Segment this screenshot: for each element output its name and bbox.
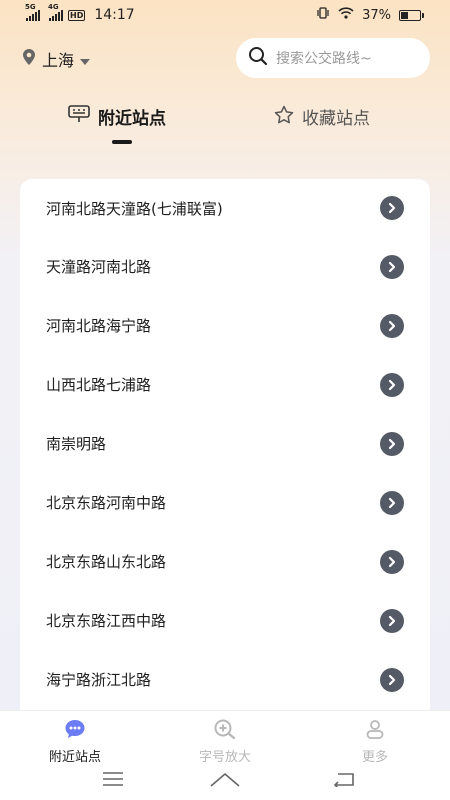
tab-label: 收藏站点: [302, 109, 370, 129]
nav-label: 附近站点: [48, 750, 101, 765]
back-icon[interactable]: [332, 771, 356, 791]
station-name: 天潼路河南北路: [46, 258, 152, 276]
bus-stop-icon: [64, 719, 86, 743]
tab-favorite-stations[interactable]: 收藏站点: [274, 104, 370, 129]
list-item[interactable]: 北京东路江西中路: [20, 591, 430, 650]
nav-label: 字号放大: [198, 750, 251, 765]
bus-stop-sign-icon: [68, 105, 90, 128]
station-name: 北京东路河南中路: [46, 494, 167, 512]
chevron-right-icon[interactable]: [380, 490, 404, 515]
list-item[interactable]: 山西北路七浦路: [20, 355, 430, 414]
station-name: 北京东路江西中路: [46, 612, 167, 630]
tab-nearby-stations[interactable]: 附近站点: [68, 104, 166, 129]
dropdown-caret-icon: [80, 50, 91, 69]
search-placeholder: 搜索公交路线~: [276, 51, 372, 67]
chevron-right-icon[interactable]: [380, 667, 404, 692]
station-name: 河南北路天潼路(七浦联富): [46, 199, 223, 218]
list-item[interactable]: 北京东路山东北路: [20, 532, 430, 591]
clock: 14:17: [94, 7, 135, 23]
station-name: 南崇明路: [46, 435, 107, 453]
search-box[interactable]: 搜索公交路线~: [236, 38, 430, 78]
person-icon: [365, 719, 385, 743]
chevron-right-icon[interactable]: [380, 431, 404, 456]
vibrate-icon: [316, 7, 330, 23]
city-selector[interactable]: 上海: [22, 48, 91, 70]
search-icon: [248, 46, 268, 70]
signal-4g-icon: 4G: [48, 3, 63, 21]
battery-icon: [399, 9, 424, 21]
menu-icon[interactable]: [102, 771, 124, 791]
chevron-right-icon[interactable]: [380, 608, 404, 633]
list-item[interactable]: 北京东路河南中路: [20, 473, 430, 532]
chevron-right-icon[interactable]: [380, 313, 404, 338]
list-item[interactable]: 南崇明路: [20, 414, 430, 473]
station-tabs: 附近站点 收藏站点: [0, 104, 450, 144]
home-icon[interactable]: [210, 771, 240, 791]
station-name: 北京东路山东北路: [46, 553, 167, 571]
nav-nearby-stations[interactable]: 附近站点: [25, 719, 125, 765]
city-name: 上海: [42, 51, 75, 70]
wifi-icon: [338, 7, 354, 23]
station-name: 河南北路海宁路: [46, 317, 152, 335]
nav-font-zoom[interactable]: 字号放大: [175, 719, 275, 765]
list-item[interactable]: 天潼路河南北路: [20, 237, 430, 296]
location-pin-icon: [22, 48, 36, 70]
bottom-nav: 附近站点 字号放大 更多: [0, 710, 450, 800]
active-tab-indicator: [112, 140, 132, 144]
nav-label: 更多: [361, 750, 388, 765]
station-name: 海宁路浙江北路: [46, 671, 152, 689]
star-icon: [274, 105, 294, 129]
battery-percent: 37%: [362, 7, 391, 23]
zoom-in-icon: [213, 719, 237, 743]
list-item[interactable]: 海宁路浙江北路: [20, 650, 430, 709]
status-bar: 5G 4G HD 14:17 37%: [0, 0, 450, 30]
chevron-right-icon[interactable]: [380, 196, 404, 220]
station-name: 山西北路七浦路: [46, 376, 152, 394]
chevron-right-icon[interactable]: [380, 254, 404, 279]
chevron-right-icon[interactable]: [380, 549, 404, 574]
chevron-right-icon[interactable]: [380, 372, 404, 397]
system-navigation-bar: [0, 767, 450, 797]
hd-badge: HD: [68, 9, 86, 21]
signal-5g-icon: 5G: [25, 3, 40, 21]
list-item[interactable]: 河南北路天潼路(七浦联富): [20, 179, 430, 237]
tab-label: 附近站点: [98, 109, 166, 129]
station-list: 河南北路天潼路(七浦联富) 天潼路河南北路 河南北路海宁路 山西北路七浦路 南崇…: [20, 179, 430, 739]
list-item[interactable]: 河南北路海宁路: [20, 296, 430, 355]
nav-more[interactable]: 更多: [325, 719, 425, 765]
